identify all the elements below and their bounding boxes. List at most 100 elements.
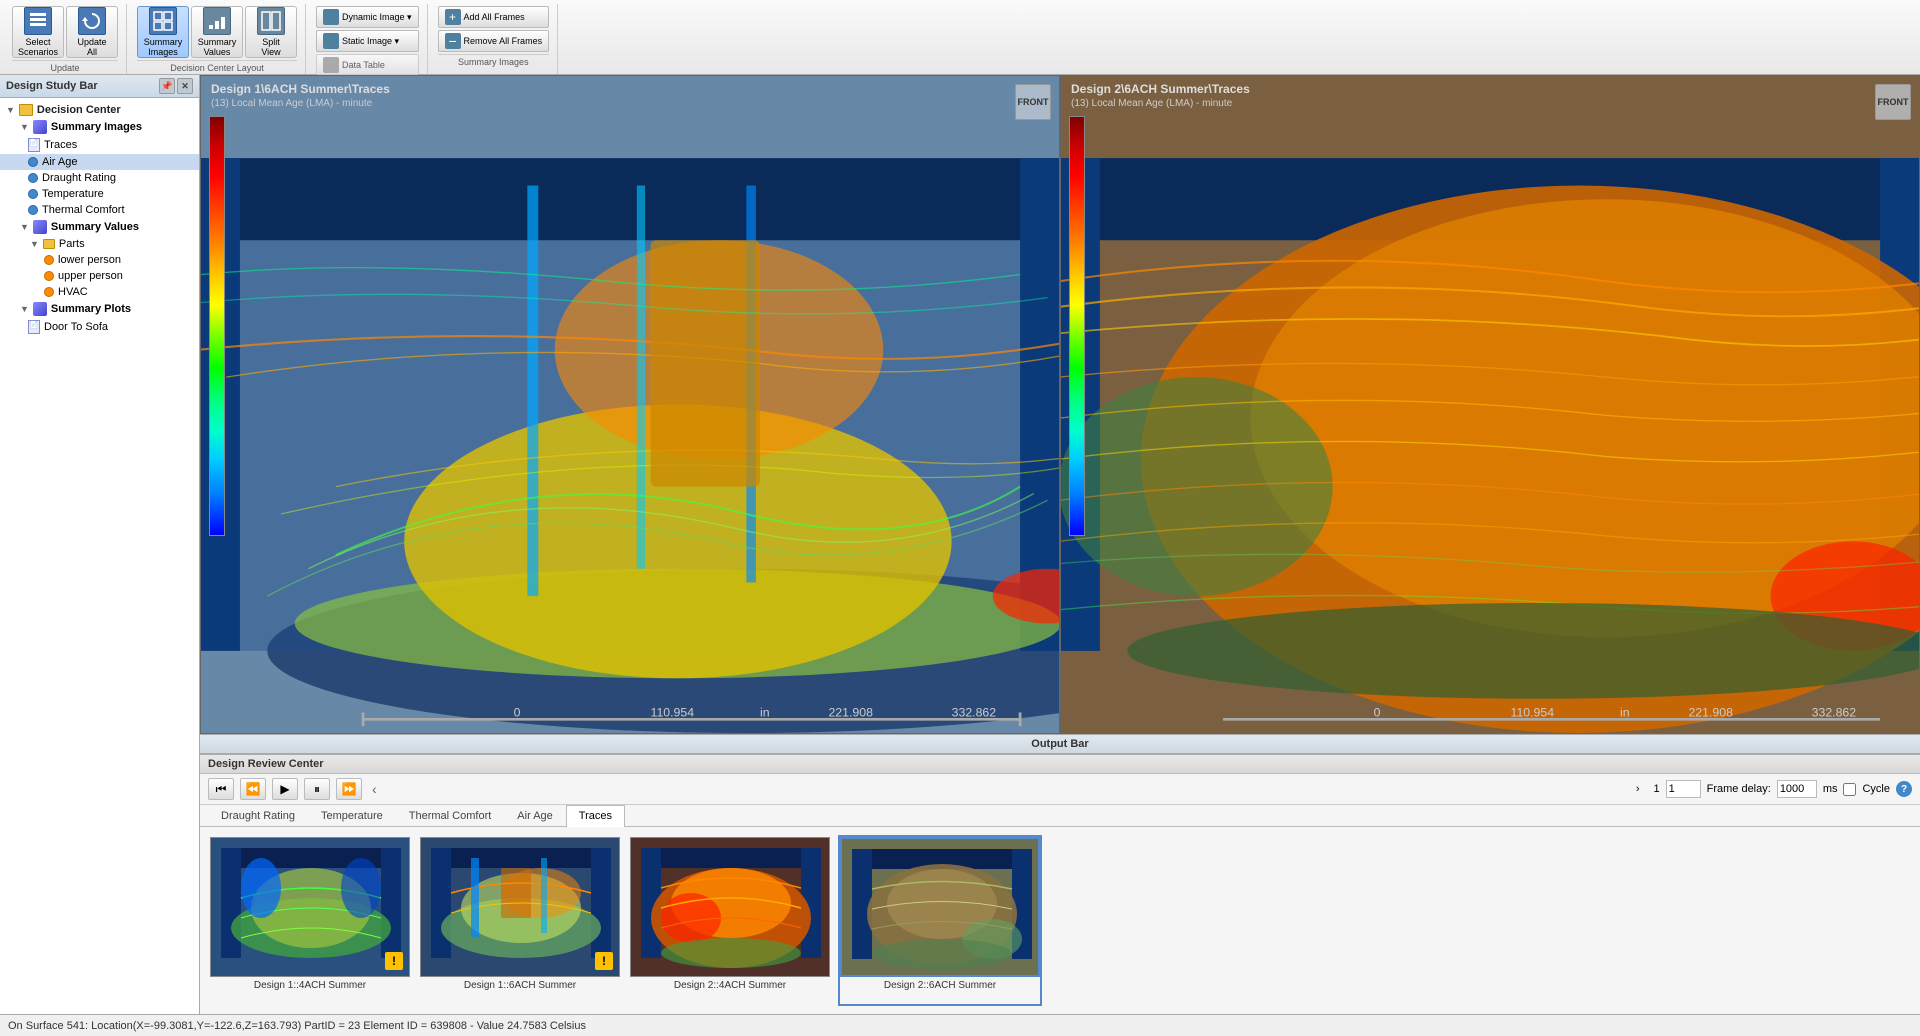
- thumbnail-img-4: [840, 837, 1040, 977]
- tree-section-summary-images[interactable]: ▼ Summary Images: [0, 118, 199, 136]
- help-icon[interactable]: ?: [1896, 781, 1912, 797]
- thumb-warn-2: !: [595, 952, 613, 970]
- update-all-button[interactable]: Update All: [66, 6, 118, 58]
- tree-item-temperature[interactable]: Temperature: [0, 186, 199, 202]
- summary-values-icon: [33, 220, 47, 234]
- media-first-button[interactable]: ⏮: [208, 778, 234, 800]
- view-panel-1[interactable]: Design 1\6ACH Summer\Traces (13) Local M…: [200, 75, 1060, 734]
- status-bar: On Surface 541: Location(X=-99.3081,Y=-1…: [0, 1014, 1920, 1036]
- svg-text:221.908: 221.908: [828, 706, 873, 720]
- thumbnail-design2-6ach[interactable]: Design 2::6ACH Summer: [838, 835, 1042, 1006]
- lower-person-label: lower person: [58, 254, 121, 266]
- data-table-label: Data Table: [342, 60, 385, 70]
- sidebar-pin-button[interactable]: 📌: [159, 78, 175, 94]
- thumbnail-label-1: Design 1::4ACH Summer: [254, 980, 366, 991]
- tree-root-icon: [19, 104, 33, 116]
- select-scenarios-button[interactable]: Select Scenarios: [12, 6, 64, 58]
- toolbar-group-save: Dynamic Image ▾ Static Image ▾ Data Tabl…: [308, 4, 428, 74]
- tree-item-upper-person[interactable]: upper person: [0, 268, 199, 284]
- thumbnails-area: ! Design 1::4ACH Summer: [200, 827, 1920, 1014]
- svg-text:221.908: 221.908: [1688, 706, 1733, 720]
- content-area: Design 1\6ACH Summer\Traces (13) Local M…: [200, 75, 1920, 1014]
- cycle-checkbox[interactable]: [1843, 783, 1856, 796]
- svg-text:110.954: 110.954: [1511, 706, 1555, 720]
- ms-label: ms: [1823, 783, 1838, 795]
- thumbnail-img-2: !: [420, 837, 620, 977]
- select-scenarios-label: Select Scenarios: [18, 37, 58, 57]
- review-controls: ⏮ ⏪ ▶ ⏸ ⏩ ‹ › 1 Frame delay: ms Cycle ?: [200, 774, 1920, 805]
- toolbar-group-dc-layout: Summary Images Summary Values Split View…: [129, 4, 306, 74]
- dynamic-image-button[interactable]: Dynamic Image ▾: [316, 6, 419, 28]
- temperature-label: Temperature: [42, 188, 104, 200]
- static-image-label: Static Image ▾: [342, 36, 399, 47]
- thumbnail-design1-4ach[interactable]: ! Design 1::4ACH Summer: [208, 835, 412, 1006]
- update-section-label: Update: [12, 60, 118, 73]
- toolbar-group-update: Select Scenarios Update All Update: [4, 4, 127, 74]
- tree-item-lower-person[interactable]: lower person: [0, 252, 199, 268]
- view-1-front-label: FRONT: [1015, 84, 1051, 120]
- view-panel-2[interactable]: Design 2\6ACH Summer\Traces (13) Local M…: [1060, 75, 1920, 734]
- draught-rating-icon: [28, 173, 38, 183]
- summary-images-button[interactable]: Summary Images: [137, 6, 189, 58]
- tree-item-door-to-sofa[interactable]: 📄 Door To Sofa: [0, 318, 199, 336]
- traces-icon: 📄: [28, 138, 40, 152]
- frame-delay-label: Frame delay:: [1707, 783, 1771, 795]
- data-table-button[interactable]: Data Table: [316, 54, 419, 76]
- tab-thermal-comfort[interactable]: Thermal Comfort: [396, 805, 505, 826]
- cycle-label: Cycle: [1862, 783, 1890, 795]
- tree-item-draught-rating[interactable]: Draught Rating: [0, 170, 199, 186]
- view-1-subtitle: (13) Local Mean Age (LMA) - minute: [211, 98, 372, 109]
- tree-panel: ▼ Decision Center ▼ Summary Images 📄 Tra…: [0, 98, 199, 1014]
- summary-plots-icon: [33, 302, 47, 316]
- frame-number-input[interactable]: [1666, 780, 1701, 798]
- nav-next[interactable]: ›: [1636, 783, 1640, 795]
- thumbnail-design1-6ach[interactable]: ! Design 1::6ACH Summer: [418, 835, 622, 1006]
- remove-all-frames-label: Remove All Frames: [464, 36, 543, 46]
- tab-temperature[interactable]: Temperature: [308, 805, 396, 826]
- static-image-button[interactable]: Static Image ▾: [316, 30, 419, 52]
- view-2-title: Design 2\6ACH Summer\Traces: [1071, 82, 1250, 96]
- review-right-controls: › 1 Frame delay: ms Cycle ?: [1636, 780, 1912, 798]
- sidebar-close-button[interactable]: ✕: [177, 78, 193, 94]
- media-play-button[interactable]: ▶: [272, 778, 298, 800]
- add-all-frames-button[interactable]: + Add All Frames: [438, 6, 550, 28]
- parts-arrow: ▼: [30, 239, 39, 249]
- thumbnail-design2-4ach[interactable]: Design 2::4ACH Summer: [628, 835, 832, 1006]
- output-bar-label: Output Bar: [1031, 738, 1088, 750]
- tab-air-age[interactable]: Air Age: [504, 805, 565, 826]
- media-pause-button[interactable]: ⏸: [304, 778, 330, 800]
- svg-text:0: 0: [1374, 706, 1381, 720]
- remove-all-frames-button[interactable]: − Remove All Frames: [438, 30, 550, 52]
- summary-plots-section-label: Summary Plots: [51, 303, 131, 315]
- review-center-header: Design Review Center: [200, 755, 1920, 774]
- air-age-label: Air Age: [42, 156, 77, 168]
- media-next-button[interactable]: ⏩: [336, 778, 362, 800]
- svg-text:332.862: 332.862: [1812, 706, 1857, 720]
- views-container: Design 1\6ACH Summer\Traces (13) Local M…: [200, 75, 1920, 734]
- thumbnail-img-3: [630, 837, 830, 977]
- nav-prev[interactable]: ‹: [368, 781, 381, 797]
- tree-section-parts[interactable]: ▼ Parts: [0, 236, 199, 252]
- tree-item-air-age[interactable]: Air Age: [0, 154, 199, 170]
- tab-draught-rating[interactable]: Draught Rating: [208, 805, 308, 826]
- summary-images-arrow: ▼: [20, 122, 29, 132]
- lower-person-icon: [44, 255, 54, 265]
- upper-person-label: upper person: [58, 270, 123, 282]
- tree-item-hvac[interactable]: HVAC: [0, 284, 199, 300]
- summary-values-button[interactable]: Summary Values: [191, 6, 243, 58]
- main-layout: Design Study Bar 📌 ✕ ▼ Decision Center ▼…: [0, 75, 1920, 1014]
- tree-item-thermal-comfort[interactable]: Thermal Comfort: [0, 202, 199, 218]
- draught-rating-label: Draught Rating: [42, 172, 116, 184]
- tree-root-decision-center[interactable]: ▼ Decision Center: [0, 102, 199, 118]
- color-scale-bar-1: [209, 116, 225, 536]
- tree-section-summary-values[interactable]: ▼ Summary Values: [0, 218, 199, 236]
- summary-values-section-label: Summary Values: [51, 221, 139, 233]
- tab-traces[interactable]: Traces: [566, 805, 625, 827]
- media-prev-button[interactable]: ⏪: [240, 778, 266, 800]
- tree-section-summary-plots[interactable]: ▼ Summary Plots: [0, 300, 199, 318]
- door-to-sofa-icon: 📄: [28, 320, 40, 334]
- tree-item-traces[interactable]: 📄 Traces: [0, 136, 199, 154]
- frame-delay-input[interactable]: [1777, 780, 1817, 798]
- split-view-button[interactable]: Split View: [245, 6, 297, 58]
- summary-images-label: Summary Images: [144, 37, 183, 57]
